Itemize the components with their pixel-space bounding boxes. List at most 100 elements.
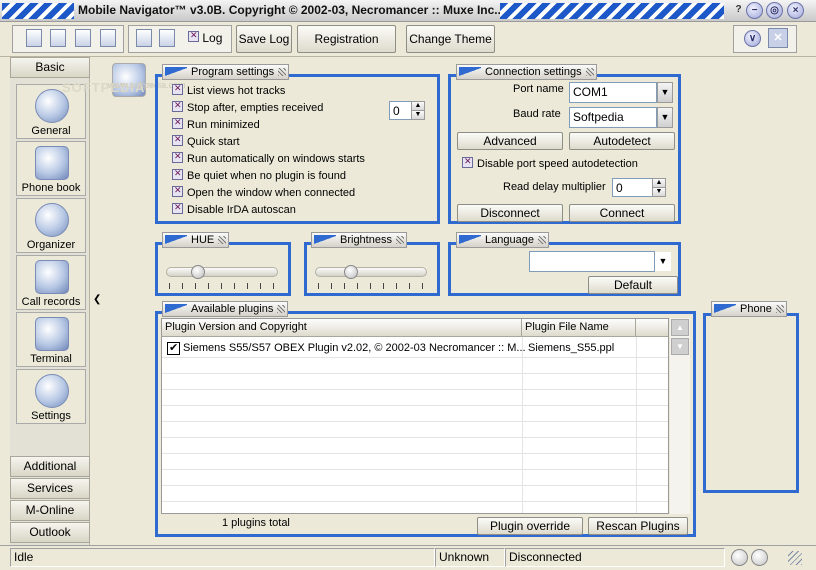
help-icon[interactable] — [136, 29, 152, 47]
phone-group — [703, 313, 799, 493]
program-settings-group: List views hot tracks Stop after, emptie… — [155, 74, 440, 224]
open-folder-icon[interactable] — [50, 29, 66, 47]
signal-indicator-icon — [731, 549, 748, 566]
connection-settings-group: Port name COM1 ▼ Baud rate Softpedia ▼ A… — [448, 74, 681, 224]
nav-item-label: General — [31, 125, 71, 137]
save-all-icon[interactable] — [100, 29, 116, 47]
nav-item-settings[interactable]: Settings — [16, 369, 86, 424]
close-button[interactable]: × — [787, 2, 804, 19]
column-header-file[interactable]: Plugin File Name — [522, 319, 636, 337]
save-disk-icon[interactable] — [75, 29, 91, 47]
disable-autodetect-option[interactable]: Disable port speed autodetection — [462, 156, 638, 170]
checkbox[interactable] — [172, 168, 183, 180]
checkbox[interactable] — [462, 156, 473, 168]
connect-button[interactable]: Connect — [569, 204, 675, 222]
column-header-version[interactable]: Plugin Version and Copyright — [162, 319, 522, 337]
nav-item-label: Terminal — [30, 353, 72, 365]
sidebar-collapse-icon[interactable]: ❮ — [93, 294, 101, 305]
registration-button[interactable]: Registration — [297, 25, 396, 53]
hue-slider-thumb[interactable] — [190, 265, 205, 279]
new-file-icon[interactable] — [26, 29, 42, 47]
nav-section-additional[interactable]: Additional — [10, 456, 90, 477]
row-divider — [162, 501, 668, 502]
option-run-minimized[interactable]: Run minimized — [172, 117, 260, 131]
baud-rate-select[interactable]: Softpedia — [569, 107, 657, 128]
hue-slider-ticks — [169, 283, 277, 289]
battery-indicator-icon — [751, 549, 768, 566]
port-name-select[interactable]: COM1 — [569, 82, 657, 103]
scroll-up-icon[interactable]: ▲ — [671, 319, 689, 336]
scroll-down-icon[interactable]: ▼ — [671, 338, 689, 355]
option-label: Disable IrDA autoscan — [187, 204, 296, 216]
nav-section-services[interactable]: Services — [10, 478, 90, 499]
plugins-table[interactable]: Plugin Version and Copyright Plugin File… — [161, 318, 669, 514]
plugin-override-button[interactable]: Plugin override — [477, 517, 583, 535]
port-name-label: Port name — [513, 83, 564, 95]
column-divider — [636, 337, 637, 513]
close-panel-icon[interactable]: ✕ — [768, 28, 788, 48]
nav-item-organizer[interactable]: Organizer — [16, 198, 86, 253]
column-header-empty — [636, 319, 668, 337]
change-theme-button[interactable]: Change Theme — [406, 25, 495, 53]
nav-item-call-records[interactable]: Call records — [16, 255, 86, 310]
plugin-enabled-checkbox[interactable] — [167, 341, 180, 355]
language-group: ▼ Default — [448, 242, 681, 296]
option-stop-after-empties[interactable]: Stop after, empties received — [172, 100, 323, 114]
checkbox[interactable] — [172, 151, 183, 163]
minimize-button[interactable]: − — [746, 2, 763, 19]
hue-title: HUE — [162, 232, 230, 248]
checkbox[interactable] — [172, 134, 183, 146]
table-row[interactable]: Siemens S55/S57 OBEX Plugin v2.02, © 200… — [164, 340, 668, 358]
option-open-window-connected[interactable]: Open the window when connected — [172, 185, 355, 199]
row-divider — [162, 405, 668, 406]
advanced-button[interactable]: Advanced — [457, 132, 563, 150]
plugins-total: 1 plugins total — [222, 517, 290, 529]
plugin-name-cell: Siemens S55/S57 OBEX Plugin v2.02, © 200… — [183, 342, 526, 354]
toolbar: Log Save Log Registration Change Theme ∨… — [0, 22, 816, 57]
restore-button[interactable]: ◎ — [766, 2, 783, 19]
brightness-slider-track[interactable] — [315, 267, 427, 277]
brightness-slider-ticks — [318, 283, 426, 289]
disconnect-button[interactable]: Disconnect — [457, 204, 563, 222]
program-settings-title: Program settings — [162, 64, 290, 80]
plugins-scrollbar[interactable]: ▲ ▼ — [670, 318, 690, 514]
spin-down-icon[interactable]: ▼ — [411, 110, 425, 120]
option-list-hot-tracks[interactable]: List views hot tracks — [172, 83, 285, 97]
connection-settings-title: Connection settings — [456, 64, 597, 80]
chevron-down-icon[interactable]: ▼ — [657, 82, 673, 103]
chevron-down-icon[interactable]: ▼ — [655, 252, 671, 271]
nav-item-label: Phone book — [21, 182, 81, 194]
save-log-button[interactable]: Save Log — [236, 25, 292, 53]
rescan-plugins-button[interactable]: Rescan Plugins — [588, 517, 688, 535]
nav-section-basic[interactable]: Basic — [10, 57, 90, 78]
nav-section-m-online[interactable]: M-Online — [10, 500, 90, 521]
checkbox[interactable] — [172, 83, 183, 95]
option-be-quiet[interactable]: Be quiet when no plugin is found — [172, 168, 346, 182]
nav-item-phone-book[interactable]: Phone book — [16, 141, 86, 196]
option-disable-irda[interactable]: Disable IrDA autoscan — [172, 202, 296, 216]
chevron-down-icon[interactable]: ▼ — [657, 107, 673, 128]
option-run-on-windows-start[interactable]: Run automatically on windows starts — [172, 151, 365, 165]
help-button[interactable]: ? — [730, 2, 747, 19]
info-icon[interactable] — [159, 29, 175, 47]
log-checkbox-box[interactable] — [188, 30, 199, 42]
checkbox[interactable] — [172, 100, 183, 112]
checkbox[interactable] — [172, 117, 183, 129]
language-select[interactable] — [529, 251, 655, 272]
checkbox[interactable] — [172, 202, 183, 214]
collapse-down-icon[interactable]: ∨ — [744, 30, 761, 47]
option-quick-start[interactable]: Quick start — [172, 134, 240, 148]
option-label: Quick start — [187, 136, 240, 148]
spin-down-icon[interactable]: ▼ — [652, 187, 666, 197]
baud-rate-label: Baud rate — [513, 108, 561, 120]
nav-section-outlook[interactable]: Outlook — [10, 522, 90, 543]
resize-grip-icon[interactable] — [788, 551, 802, 565]
log-checkbox[interactable]: Log — [188, 30, 222, 45]
row-divider — [162, 373, 668, 374]
checkbox[interactable] — [172, 185, 183, 197]
nav-item-terminal[interactable]: Terminal — [16, 312, 86, 367]
title-bar[interactable]: Mobile Navigator™ v3.0B. Copyright © 200… — [0, 0, 816, 22]
hue-slider-track[interactable] — [166, 267, 278, 277]
autodetect-button[interactable]: Autodetect — [569, 132, 675, 150]
default-language-button[interactable]: Default — [588, 276, 678, 294]
